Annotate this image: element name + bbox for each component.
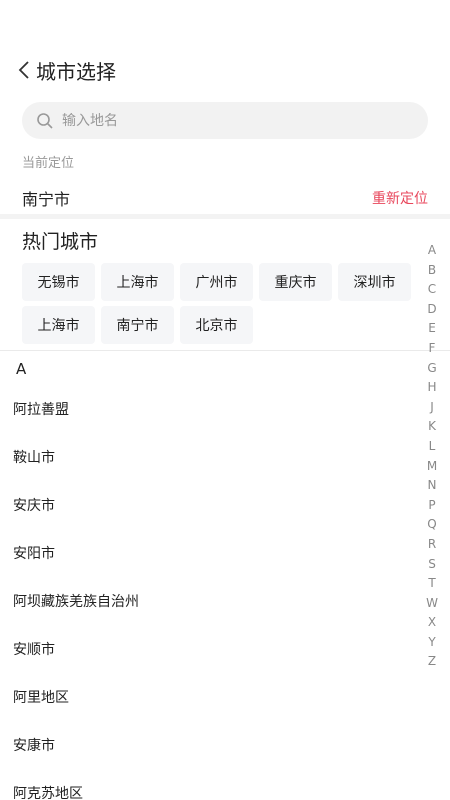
index-letter[interactable]: B bbox=[428, 261, 436, 281]
search-icon bbox=[36, 112, 54, 130]
current-location-row: 南宁市 重新定位 bbox=[22, 184, 428, 212]
index-letter[interactable]: K bbox=[428, 417, 436, 437]
city-list-item[interactable]: 阿克苏地区 bbox=[0, 769, 420, 800]
hot-city-chip[interactable]: 上海市 bbox=[22, 306, 95, 344]
hot-cities-grid: 无锡市 上海市 广州市 重庆市 深圳市 上海市 南宁市 北京市 bbox=[22, 263, 422, 344]
hot-city-chip[interactable]: 广州市 bbox=[180, 263, 253, 301]
index-letter[interactable]: R bbox=[428, 535, 436, 555]
index-letter[interactable]: H bbox=[427, 378, 436, 398]
header: 城市选择 bbox=[14, 52, 116, 88]
index-letter[interactable]: F bbox=[429, 339, 436, 359]
city-list-item[interactable]: 阿里地区 bbox=[0, 673, 420, 721]
index-letter[interactable]: S bbox=[428, 555, 436, 575]
index-letter[interactable]: N bbox=[428, 476, 437, 496]
index-letter[interactable]: M bbox=[427, 457, 437, 477]
hot-city-chip[interactable]: 上海市 bbox=[101, 263, 174, 301]
index-letter[interactable]: P bbox=[428, 496, 435, 516]
city-list-item[interactable]: 安阳市 bbox=[0, 529, 420, 577]
relocate-button[interactable]: 重新定位 bbox=[372, 188, 428, 208]
hot-city-chip[interactable]: 深圳市 bbox=[338, 263, 411, 301]
current-city[interactable]: 南宁市 bbox=[22, 186, 70, 210]
index-letter[interactable]: T bbox=[428, 574, 435, 594]
section-divider bbox=[0, 214, 450, 219]
city-list-item[interactable]: 安庆市 bbox=[0, 481, 420, 529]
index-letter[interactable]: G bbox=[427, 359, 436, 379]
hot-city-chip[interactable]: 重庆市 bbox=[259, 263, 332, 301]
index-letter[interactable]: X bbox=[428, 613, 436, 633]
hot-city-chip[interactable]: 北京市 bbox=[180, 306, 253, 344]
hot-cities-title: 热门城市 bbox=[22, 231, 99, 253]
index-letter[interactable]: L bbox=[429, 437, 436, 457]
chevron-left-icon[interactable] bbox=[14, 58, 34, 82]
city-list-item[interactable]: 阿拉善盟 bbox=[0, 385, 420, 433]
list-divider bbox=[0, 350, 450, 351]
index-letter[interactable]: D bbox=[427, 300, 436, 320]
city-list-item[interactable]: 安顺市 bbox=[0, 625, 420, 673]
search-bar[interactable] bbox=[22, 102, 428, 139]
hot-city-chip[interactable]: 无锡市 bbox=[22, 263, 95, 301]
index-letter[interactable]: Y bbox=[428, 633, 435, 653]
city-list: 阿拉善盟 鞍山市 安庆市 安阳市 阿坝藏族羌族自治州 安顺市 阿里地区 安康市 … bbox=[0, 385, 420, 800]
current-location-label: 当前定位 bbox=[22, 156, 75, 171]
alphabet-index-bar[interactable]: A B C D E F G H J K L M N P Q R S T W X … bbox=[425, 241, 439, 672]
index-letter[interactable]: Z bbox=[428, 652, 436, 672]
city-list-item[interactable]: 安康市 bbox=[0, 721, 420, 769]
city-list-item[interactable]: 鞍山市 bbox=[0, 433, 420, 481]
index-letter[interactable]: E bbox=[428, 319, 436, 339]
section-header: A bbox=[16, 360, 27, 378]
index-letter[interactable]: W bbox=[426, 594, 438, 614]
index-letter[interactable]: A bbox=[428, 241, 436, 261]
city-list-item[interactable]: 阿坝藏族羌族自治州 bbox=[0, 577, 420, 625]
page-title: 城市选择 bbox=[36, 59, 116, 84]
hot-city-chip[interactable]: 南宁市 bbox=[101, 306, 174, 344]
index-letter[interactable]: C bbox=[428, 280, 436, 300]
index-letter[interactable]: J bbox=[430, 398, 434, 418]
search-input[interactable] bbox=[62, 112, 392, 129]
index-letter[interactable]: Q bbox=[427, 515, 436, 535]
